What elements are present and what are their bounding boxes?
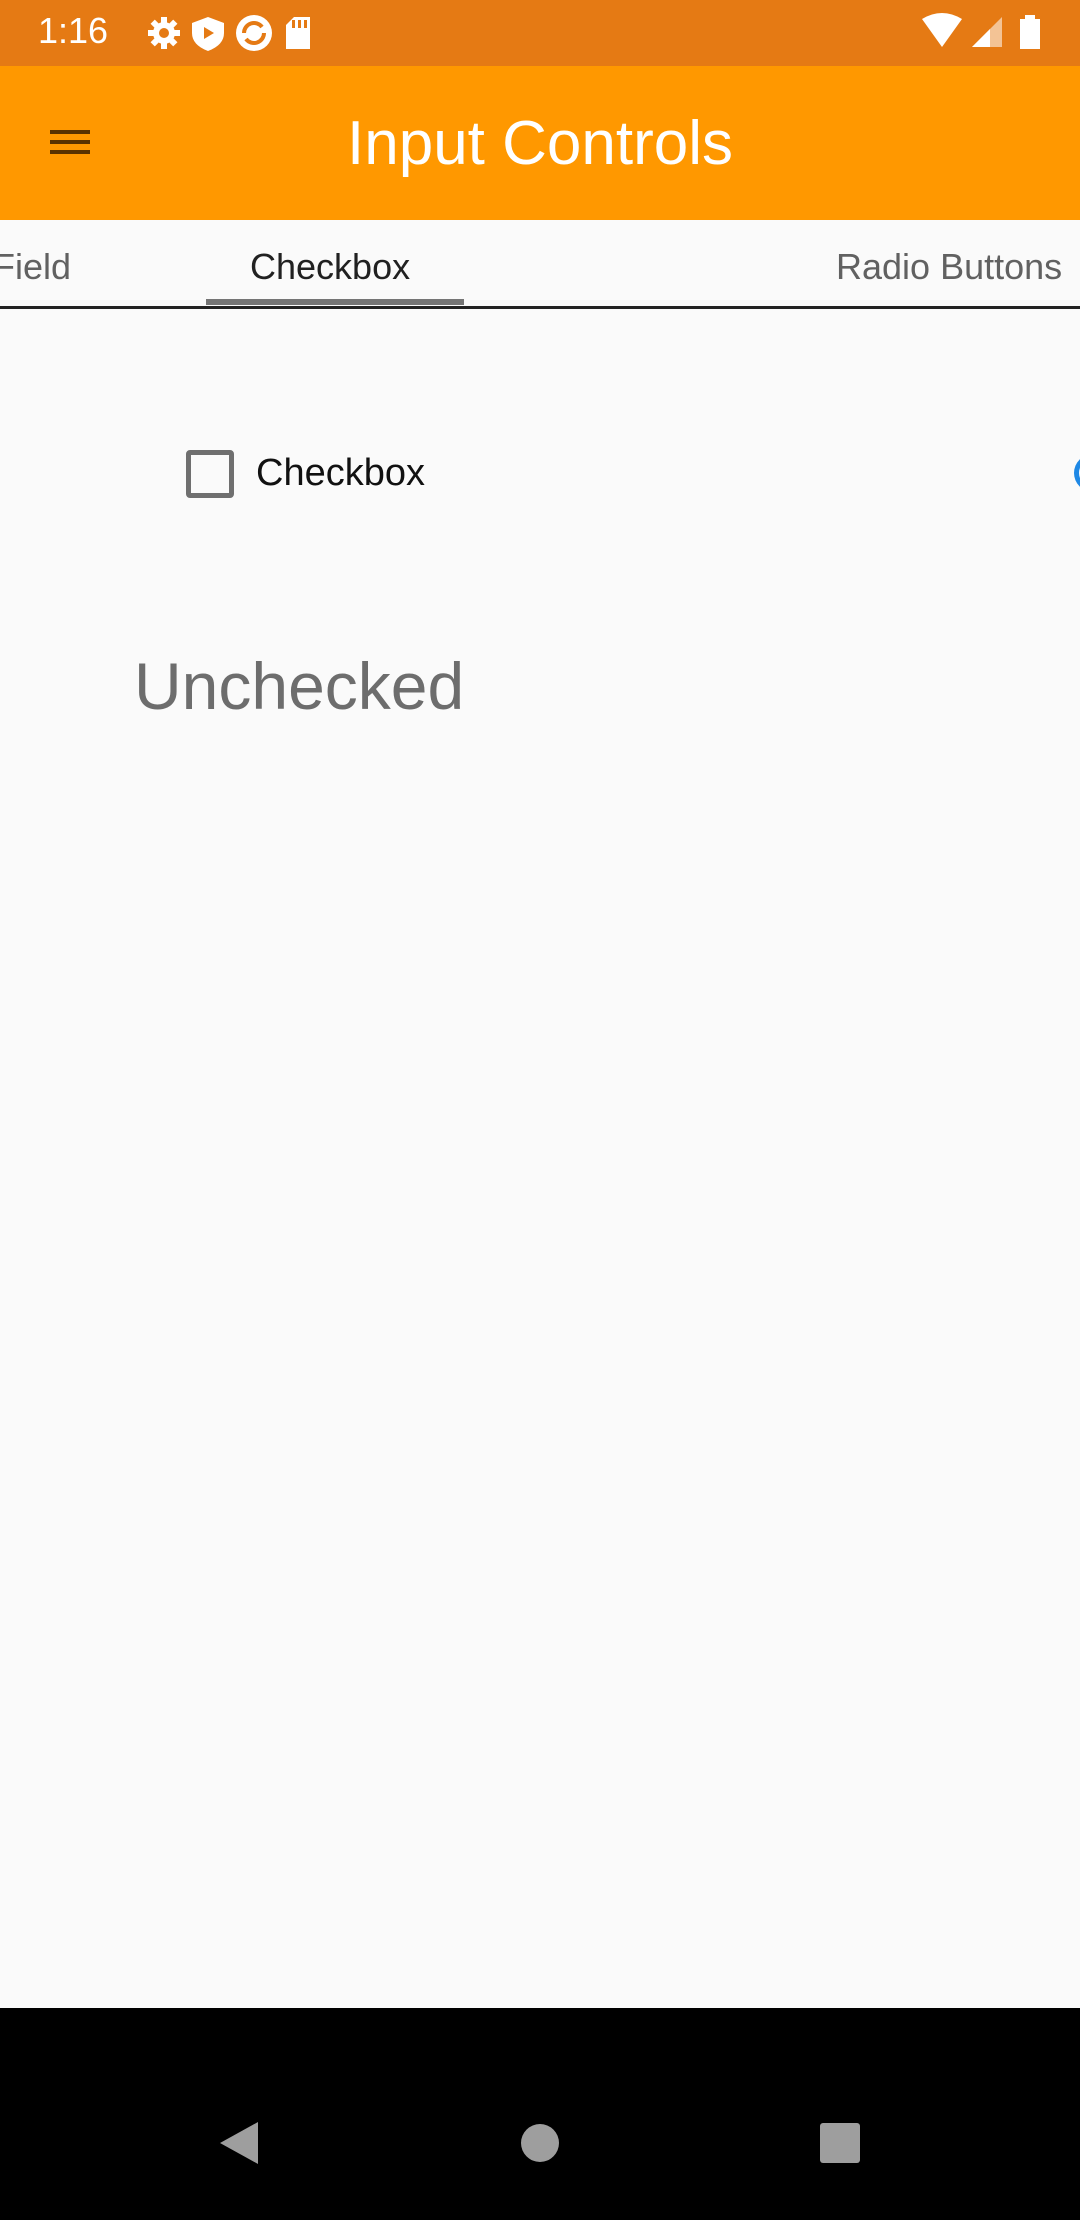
sd-card-icon (286, 17, 310, 49)
sync-icon (236, 15, 272, 51)
signal-icon (972, 17, 1002, 47)
tab-radio-buttons[interactable]: Radio Buttons (836, 246, 1062, 288)
offscreen-radio-edge (1074, 454, 1080, 492)
system-nav-bar (0, 2008, 1080, 2220)
tab-bar: Field Checkbox Radio Buttons (0, 220, 1080, 309)
tab-indicator (206, 299, 464, 305)
status-time: 1:16 (38, 10, 109, 51)
tab-checkbox[interactable]: Checkbox (250, 246, 410, 288)
checkbox-box[interactable] (186, 450, 234, 498)
home-icon[interactable] (515, 2118, 565, 2168)
app-bar: Input Controls (0, 66, 1080, 220)
checkbox-state-text: Unchecked (134, 649, 465, 723)
checkbox-label[interactable]: Checkbox (256, 452, 425, 495)
battery-icon (1020, 15, 1040, 49)
status-icons-right (920, 13, 1050, 58)
tab-field[interactable]: Field (0, 246, 71, 288)
shield-icon (192, 17, 224, 51)
status-icons-left (144, 13, 364, 58)
wifi-icon (922, 13, 962, 47)
settings-icon (148, 17, 180, 49)
status-bar: 1:16 (0, 0, 1080, 66)
recents-icon[interactable] (815, 2118, 865, 2168)
page-title: Input Controls (347, 109, 733, 178)
back-icon[interactable] (214, 2118, 264, 2168)
